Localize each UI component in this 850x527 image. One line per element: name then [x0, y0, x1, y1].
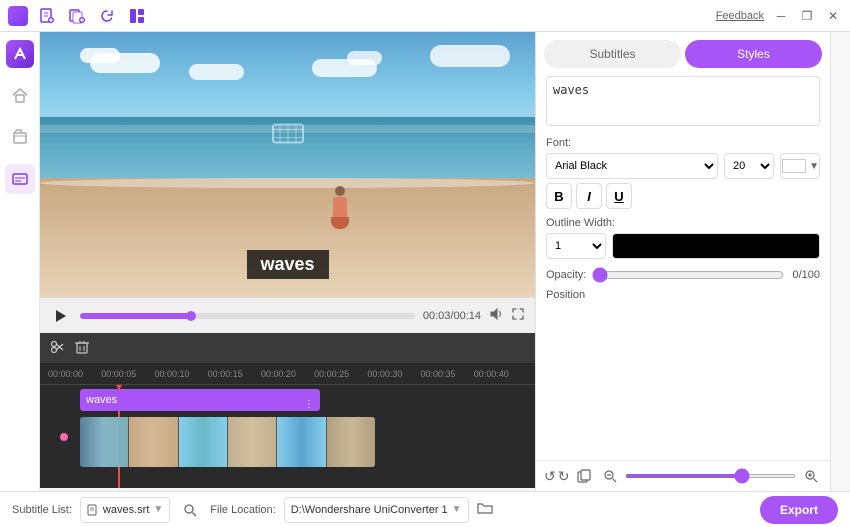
close-button[interactable]: ✕	[824, 7, 842, 25]
undo-button[interactable]: ↺	[544, 468, 556, 485]
ruler-mark-2: 00:00:10	[154, 369, 207, 379]
video-panel-row: waves 00:03/00:14	[40, 32, 850, 491]
ruler-mark-8: 00:00:40	[474, 369, 527, 379]
play-button[interactable]	[50, 305, 72, 327]
opacity-row: Opacity: 0/100	[546, 267, 820, 283]
path-dropdown-arrow: ▼	[452, 504, 462, 515]
timeline-scissors-btn[interactable]	[50, 339, 66, 358]
video-background: waves	[40, 32, 535, 297]
restore-button[interactable]: ❐	[798, 7, 816, 25]
ruler-marks: 00:00:00 00:00:05 00:00:10 00:00:15 00:0…	[48, 369, 527, 379]
titlebar-right: Feedback ─ ❐ ✕	[716, 7, 842, 25]
tab-subtitles[interactable]: Subtitles	[544, 40, 681, 68]
history-buttons: ↺ ↻	[544, 468, 569, 485]
ruler-mark-4: 00:00:20	[261, 369, 314, 379]
minimize-button[interactable]: ─	[772, 7, 790, 25]
sidebar-item-files[interactable]	[5, 122, 35, 152]
subtitle-file-name: waves.srt	[103, 504, 149, 516]
font-row: Arial Black Arial Times New Roman 20 16 …	[546, 153, 820, 179]
copy-button[interactable]	[573, 465, 595, 487]
search-button[interactable]	[178, 498, 202, 522]
outline-row: 1 2 3	[546, 233, 820, 259]
format-buttons: B I U	[546, 183, 820, 209]
ruler-mark-5: 00:00:25	[314, 369, 367, 379]
outline-width-label: Outline Width:	[546, 217, 820, 229]
timeline-delete-btn[interactable]	[74, 339, 90, 358]
timeline-toolbar	[40, 333, 535, 363]
zoom-controls: ↺ ↻	[536, 460, 830, 491]
subtitle-track-label: waves	[86, 394, 117, 406]
sidebar-logo	[6, 40, 34, 68]
center-content: waves 00:03/00:14	[40, 32, 850, 491]
font-color-button[interactable]: ▼	[780, 153, 820, 179]
sidebar-item-home[interactable]	[5, 80, 35, 110]
font-label: Font:	[546, 137, 820, 149]
bold-button[interactable]: B	[546, 183, 572, 209]
underline-button[interactable]: U	[606, 183, 632, 209]
font-select[interactable]: Arial Black Arial Times New Roman	[546, 153, 718, 179]
color-swatch	[782, 159, 806, 173]
video-track[interactable]	[80, 417, 375, 467]
font-size-select[interactable]: 20 16 24 32	[724, 153, 774, 179]
fullscreen-icon[interactable]	[511, 307, 525, 324]
subtitle-overlay: waves	[246, 250, 328, 279]
new-file-icon[interactable]	[36, 5, 58, 27]
progress-thumb	[186, 311, 196, 321]
outline-color-button[interactable]	[612, 233, 820, 259]
subtitle-track-handle[interactable]: ⋮	[302, 393, 316, 415]
batch-icon[interactable]	[66, 5, 88, 27]
zoom-out-button[interactable]	[599, 465, 621, 487]
tab-styles[interactable]: Styles	[685, 40, 822, 68]
main-layout: waves 00:03/00:14	[0, 32, 850, 491]
panel-content: waves Font: Arial Black Arial Times New …	[536, 68, 830, 460]
ruler-mark-1: 00:00:05	[101, 369, 154, 379]
ruler-mark-3: 00:00:15	[208, 369, 261, 379]
timeline-area: 00:00:00 00:00:05 00:00:10 00:00:15 00:0…	[40, 333, 535, 488]
timeline-ruler: 00:00:00 00:00:05 00:00:10 00:00:15 00:0…	[40, 363, 535, 385]
pink-dot-marker	[60, 433, 68, 441]
dropdown-arrow: ▼	[153, 504, 163, 515]
zoom-in-button[interactable]	[800, 465, 822, 487]
refresh-icon[interactable]	[96, 5, 118, 27]
titlebar: Feedback ─ ❐ ✕	[0, 0, 850, 32]
opacity-slider[interactable]	[592, 267, 784, 283]
subtitle-track[interactable]: waves ⋮	[80, 389, 320, 411]
audio-icon[interactable]	[489, 307, 503, 324]
opacity-label: Opacity:	[546, 269, 586, 281]
outline-width-select[interactable]: 1 2 3	[546, 233, 606, 259]
sidebar	[0, 32, 40, 491]
right-panel: Subtitles Styles waves Font: Arial Black…	[535, 32, 830, 491]
folder-browse-button[interactable]	[477, 501, 493, 518]
progress-fill	[80, 313, 191, 319]
timeline-tracks: waves ⋮	[40, 385, 535, 488]
bottom-bar: Subtitle List: waves.srt ▼ File Location…	[0, 491, 850, 527]
toolbar-icons	[36, 5, 148, 27]
layout-icon[interactable]	[126, 5, 148, 27]
subtitle-list-label: Subtitle List:	[12, 504, 72, 516]
panel-tabs: Subtitles Styles	[536, 32, 830, 68]
redo-button[interactable]: ↻	[558, 468, 570, 485]
sidebar-item-subtitles[interactable]	[5, 164, 35, 194]
ruler-mark-6: 00:00:30	[367, 369, 420, 379]
playback-controls: 00:03/00:14	[40, 297, 535, 333]
file-path: D:\Wondershare UniConverter 1	[291, 504, 448, 516]
right-edge-panel	[830, 32, 850, 491]
video-wrapper: waves	[40, 32, 535, 297]
app-logo	[8, 6, 28, 26]
italic-button[interactable]: I	[576, 183, 602, 209]
subtitle-text-input[interactable]: waves	[546, 76, 820, 126]
subtitle-file-icon	[87, 504, 99, 516]
time-display: 00:03/00:14	[423, 310, 481, 322]
progress-bar[interactable]	[80, 313, 415, 319]
file-location-label: File Location:	[210, 504, 275, 516]
feedback-link[interactable]: Feedback	[716, 10, 764, 22]
opacity-value: 0/100	[790, 269, 820, 281]
ruler-mark-7: 00:00:35	[421, 369, 474, 379]
position-label: Position	[546, 289, 820, 301]
zoom-slider[interactable]	[625, 474, 796, 478]
video-center-icon	[268, 109, 308, 156]
video-area: waves 00:03/00:14	[40, 32, 535, 491]
export-button[interactable]: Export	[760, 496, 838, 524]
ruler-mark-0: 00:00:00	[48, 369, 101, 379]
